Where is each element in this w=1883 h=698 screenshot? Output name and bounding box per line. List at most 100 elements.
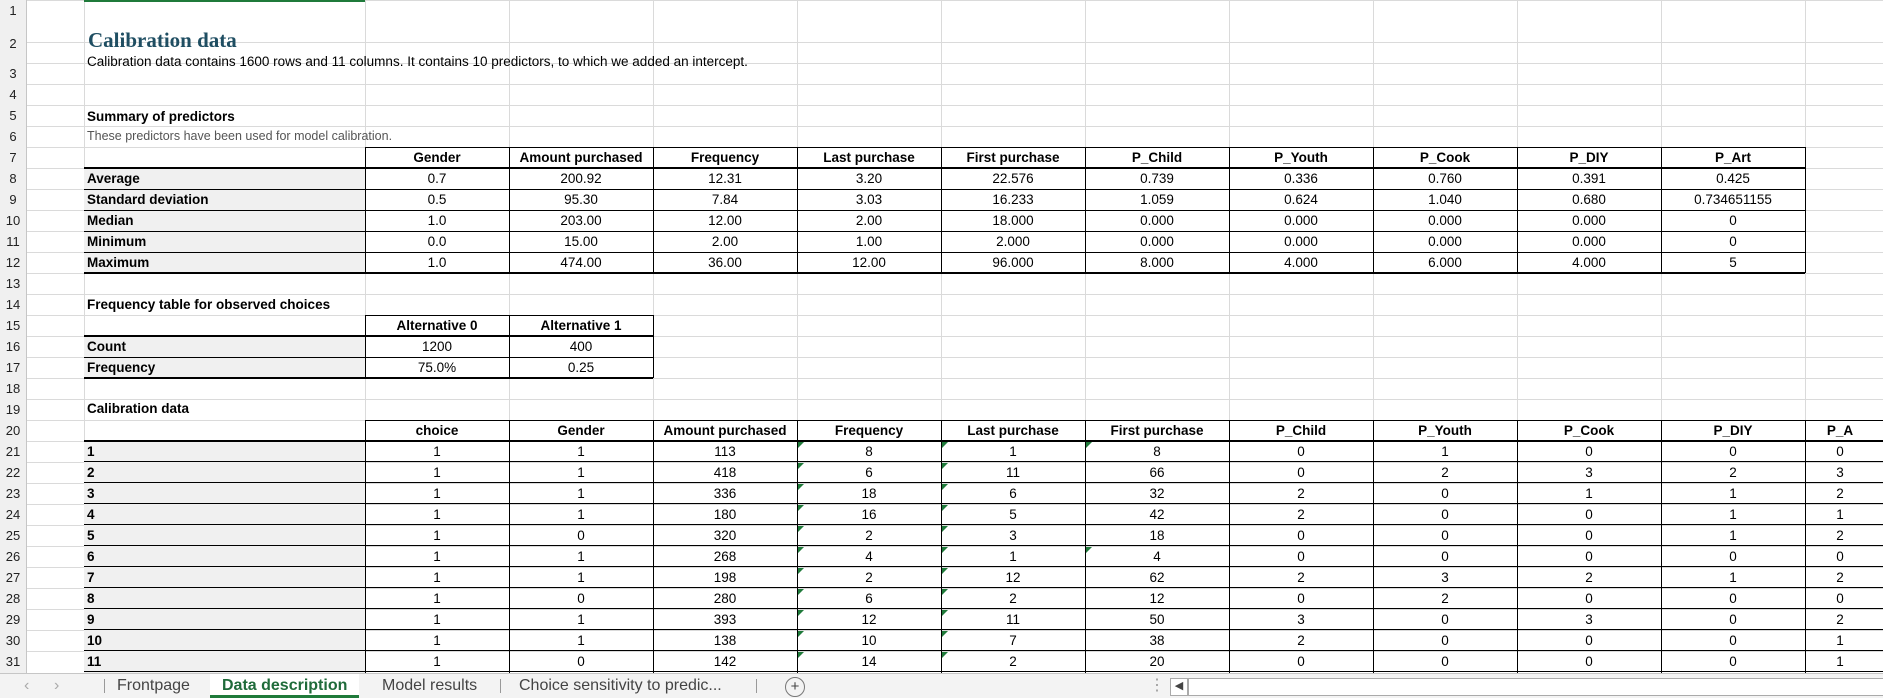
error-indicator-icon[interactable] [798, 652, 804, 658]
summary-value[interactable]: 0.7 [365, 168, 509, 189]
calibration-value[interactable]: 0 [1805, 441, 1875, 462]
calibration-value[interactable]: 2 [797, 525, 941, 546]
calibration-row-label[interactable]: 3 [84, 483, 365, 504]
summary-value[interactable]: 3.20 [797, 168, 941, 189]
summary-value[interactable]: 1.0 [365, 210, 509, 231]
error-indicator-icon[interactable] [942, 526, 948, 532]
row-number[interactable]: 18 [0, 378, 26, 399]
summary-value[interactable]: 0.425 [1661, 168, 1805, 189]
add-sheet-button[interactable]: + [785, 677, 805, 697]
calibration-value[interactable]: 2 [797, 567, 941, 588]
calibration-header[interactable]: P_Cook [1517, 420, 1661, 441]
next-sheet-arrow[interactable]: › [54, 674, 68, 698]
calibration-value[interactable]: 0 [1373, 504, 1517, 525]
summary-header[interactable]: P_Youth [1229, 147, 1373, 168]
row-number[interactable]: 5 [0, 105, 26, 126]
calibration-value[interactable]: 0 [1517, 546, 1661, 567]
calibration-value[interactable]: 2 [1805, 609, 1875, 630]
calibration-value[interactable]: 0 [1661, 609, 1805, 630]
row-number[interactable]: 28 [0, 588, 26, 609]
tab-data-description[interactable]: Data description [210, 674, 360, 698]
calibration-header[interactable]: P_Child [1229, 420, 1373, 441]
error-indicator-icon[interactable] [942, 484, 948, 490]
calibration-value[interactable]: 113 [653, 441, 797, 462]
summary-header[interactable]: P_Cook [1373, 147, 1517, 168]
calibration-value[interactable]: 0 [1805, 588, 1875, 609]
row-number[interactable]: 15 [0, 315, 26, 336]
calibration-value[interactable]: 1 [509, 462, 653, 483]
calibration-value[interactable]: 3 [1805, 462, 1875, 483]
calibration-value[interactable]: 142 [653, 651, 797, 672]
calibration-row-label[interactable]: 6 [84, 546, 365, 567]
calibration-value[interactable]: 418 [653, 462, 797, 483]
frequency-value[interactable]: 1200 [365, 336, 509, 357]
calibration-value[interactable]: 2 [941, 588, 1085, 609]
summary-value[interactable]: 1.0 [365, 252, 509, 273]
calibration-value[interactable]: 1 [941, 546, 1085, 567]
calibration-header[interactable]: Gender [509, 420, 653, 441]
summary-value[interactable]: 0.000 [1085, 210, 1229, 231]
calibration-value[interactable]: 1 [365, 630, 509, 651]
summary-value[interactable]: 0.000 [1373, 210, 1517, 231]
summary-value[interactable]: 3.03 [797, 189, 941, 210]
scroll-splitter-icon[interactable]: ⋮ [1149, 674, 1165, 698]
error-indicator-icon[interactable] [1086, 442, 1092, 448]
calibration-value[interactable]: 1 [941, 441, 1085, 462]
error-indicator-icon[interactable] [942, 463, 948, 469]
row-number[interactable]: 11 [0, 231, 26, 252]
calibration-value[interactable]: 0 [1517, 525, 1661, 546]
horizontal-scrollbar[interactable] [1188, 678, 1883, 696]
summary-value[interactable]: 0.391 [1517, 168, 1661, 189]
summary-header[interactable]: P_Art [1661, 147, 1805, 168]
calibration-value[interactable]: 0 [509, 525, 653, 546]
calibration-value[interactable]: 1 [1805, 630, 1875, 651]
summary-value[interactable]: 12.31 [653, 168, 797, 189]
summary-value[interactable]: 474.00 [509, 252, 653, 273]
description-text[interactable]: Calibration data contains 1600 rows and … [84, 51, 884, 72]
calibration-header[interactable]: P_DIY [1661, 420, 1805, 441]
calibration-value[interactable]: 0 [1229, 525, 1373, 546]
row-number[interactable]: 14 [0, 294, 26, 315]
error-indicator-icon[interactable] [798, 463, 804, 469]
calibration-header[interactable]: P_A [1805, 420, 1875, 441]
calibration-value[interactable]: 14 [797, 651, 941, 672]
tab-model-results[interactable]: Model results [382, 674, 477, 698]
row-number[interactable]: 2 [0, 33, 26, 54]
summary-value[interactable]: 12.00 [797, 252, 941, 273]
calibration-value[interactable]: 8 [1085, 441, 1229, 462]
calibration-value[interactable]: 2 [1229, 567, 1373, 588]
calibration-value[interactable]: 1 [365, 462, 509, 483]
sheet-title[interactable]: Calibration data [88, 28, 237, 53]
calibration-value[interactable]: 1 [1661, 504, 1805, 525]
row-number[interactable]: 20 [0, 420, 26, 441]
calibration-value[interactable]: 7 [941, 630, 1085, 651]
calibration-table-title[interactable]: Calibration data [84, 398, 484, 419]
calibration-value[interactable]: 12 [1085, 588, 1229, 609]
error-indicator-icon[interactable] [942, 505, 948, 511]
summary-row-label[interactable]: Maximum [84, 252, 365, 273]
row-number[interactable]: 1 [0, 0, 26, 21]
calibration-value[interactable]: 1 [1805, 504, 1875, 525]
calibration-value[interactable]: 2 [1373, 462, 1517, 483]
calibration-value[interactable]: 1 [365, 483, 509, 504]
calibration-value[interactable]: 5 [941, 504, 1085, 525]
error-indicator-icon[interactable] [798, 547, 804, 553]
row-number[interactable]: 4 [0, 84, 26, 105]
summary-value[interactable]: 96.000 [941, 252, 1085, 273]
calibration-value[interactable]: 2 [1805, 525, 1875, 546]
calibration-value[interactable]: 0 [1661, 546, 1805, 567]
row-number[interactable]: 6 [0, 126, 26, 147]
summary-row-label[interactable]: Minimum [84, 231, 365, 252]
error-indicator-icon[interactable] [798, 631, 804, 637]
calibration-value[interactable]: 0 [1517, 588, 1661, 609]
row-number[interactable]: 21 [0, 441, 26, 462]
calibration-value[interactable]: 1 [509, 609, 653, 630]
calibration-value[interactable]: 0 [1517, 651, 1661, 672]
summary-value[interactable]: 0.5 [365, 189, 509, 210]
error-indicator-icon[interactable] [798, 442, 804, 448]
row-number[interactable]: 3 [0, 63, 26, 84]
calibration-value[interactable]: 0 [1229, 651, 1373, 672]
calibration-header[interactable]: choice [365, 420, 509, 441]
calibration-header[interactable]: Amount purchased [653, 420, 797, 441]
summary-value[interactable]: 0.336 [1229, 168, 1373, 189]
